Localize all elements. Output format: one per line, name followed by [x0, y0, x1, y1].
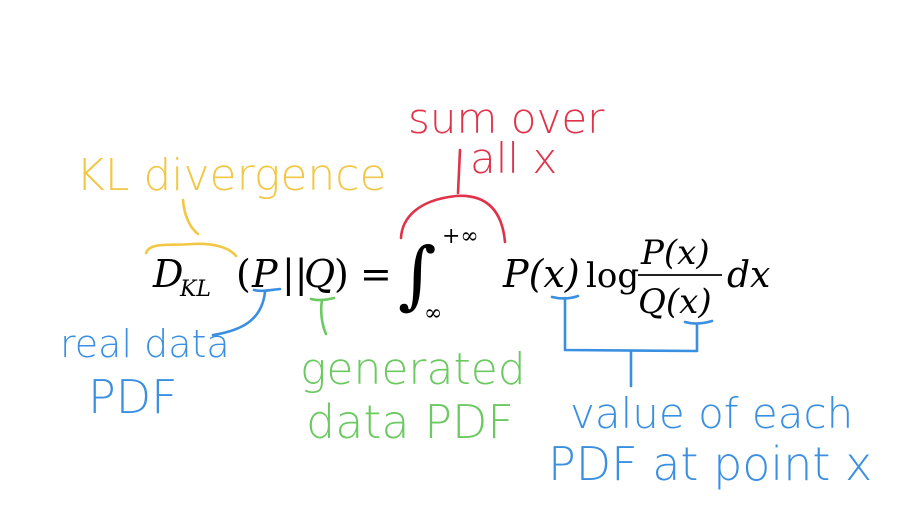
kl-divergence-annotation: KL divergence	[76, 150, 387, 258]
integral-lower-limit: ∞	[424, 301, 442, 326]
kl-subscript: KL	[179, 277, 211, 302]
kl-divergence-label: KL divergence	[76, 150, 387, 201]
open-paren: (	[236, 252, 251, 296]
p-of-x: P(x)	[502, 252, 580, 296]
fraction-denominator: Q(x)	[638, 282, 712, 322]
kl-formula: D KL ( P || Q ) = ∫ +∞ ∞ P(x) log P(x) Q…	[152, 224, 770, 326]
differential-dx: dx	[727, 255, 770, 296]
generated-data-pdf-label-line1: generated	[300, 344, 526, 395]
generated-data-pdf-label-line2: data PDF	[306, 395, 514, 449]
q-distribution: Q	[304, 252, 335, 296]
integral-upper-limit: +∞	[442, 224, 479, 249]
real-data-pdf-annotation: real data PDF	[60, 287, 282, 424]
diagram-canvas: D KL ( P || Q ) = ∫ +∞ ∞ P(x) log P(x) Q…	[0, 0, 913, 507]
generated-data-pdf-annotation: generated data PDF	[300, 296, 526, 449]
log-operator: log	[586, 256, 639, 296]
sum-over-label-line2: all x	[470, 134, 557, 183]
value-of-each-pdf-label-line1: value of each	[570, 389, 853, 438]
close-paren: )	[334, 252, 349, 296]
real-data-pdf-label-line2: PDF	[88, 370, 178, 424]
divergence-symbol: D	[152, 252, 183, 296]
real-data-pdf-label-line1: real data	[60, 322, 230, 366]
equals-sign: =	[360, 252, 392, 296]
value-of-each-pdf-label-line2: PDF at point x	[548, 437, 872, 491]
sum-over-annotation: sum over all x	[399, 94, 605, 244]
generated-data-pdf-pointer	[319, 298, 328, 336]
fraction-numerator: P(x)	[640, 233, 710, 273]
kl-divergence-stem	[181, 198, 200, 236]
kl-diagram: D KL ( P || Q ) = ∫ +∞ ∞ P(x) log P(x) Q…	[60, 94, 872, 491]
sum-over-stem	[456, 148, 462, 195]
value-of-each-pdf-annotation: value of each PDF at point x	[548, 294, 872, 491]
